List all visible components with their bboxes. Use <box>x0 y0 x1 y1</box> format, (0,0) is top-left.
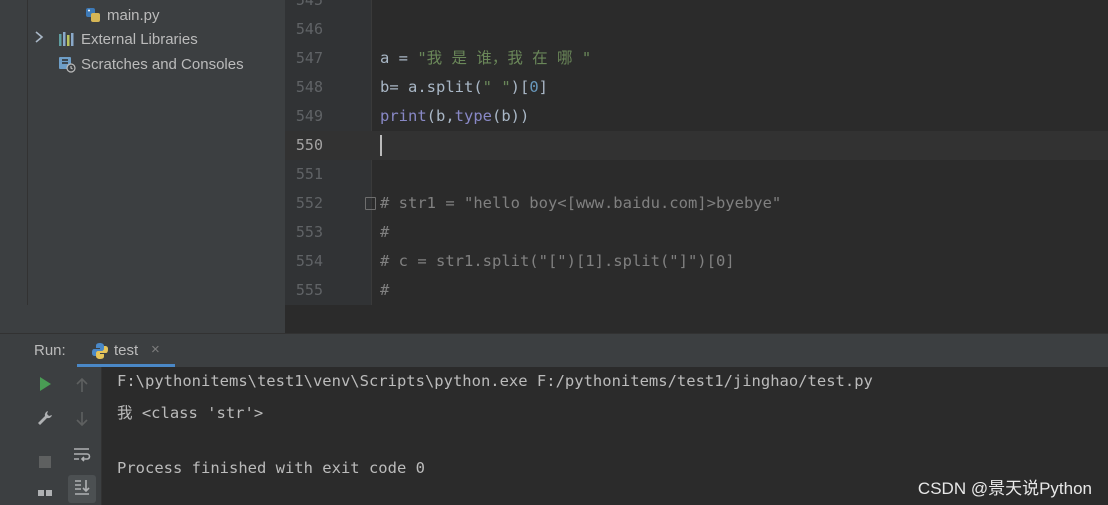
code-line-552[interactable]: # str1 = "hello boy<[www.baidu.com]>byeb… <box>380 189 781 218</box>
code-token: a = <box>380 49 418 67</box>
run-toolbar-secondary <box>63 367 102 505</box>
line-number: 546 <box>295 20 323 38</box>
soft-wrap-button[interactable] <box>68 442 96 470</box>
close-icon[interactable]: × <box>151 341 160 358</box>
modify-run-config-button[interactable] <box>31 406 59 434</box>
rerun-button[interactable] <box>31 372 59 400</box>
arrow-up-icon <box>75 377 89 398</box>
console-line: 我 <class 'str'> <box>117 404 264 422</box>
code-line-554[interactable]: # c = str1.split("[")[1].split("]")[0] <box>380 247 735 276</box>
code-token: b= a.split( <box>380 78 483 96</box>
run-tab-test[interactable]: test × <box>77 334 175 367</box>
layout-button[interactable] <box>31 488 59 505</box>
line-number: 545 <box>295 0 323 9</box>
up-stack-button[interactable] <box>68 373 96 401</box>
scroll-to-end-button[interactable] <box>68 475 96 503</box>
line-number-current: 550 <box>295 136 323 154</box>
run-tab-label: test <box>114 342 139 359</box>
line-number: 555 <box>295 281 323 299</box>
watermark: CSDN @景天说Python <box>917 479 1092 498</box>
line-number: 549 <box>295 107 323 125</box>
stop-button[interactable] <box>31 450 59 478</box>
tree-item-scratches[interactable]: Scratches and Consoles <box>58 52 244 76</box>
tree-item-label: External Libraries <box>81 30 198 48</box>
line-number: 551 <box>295 165 323 183</box>
current-line-highlight <box>285 131 1108 160</box>
console-line: F:\pythonitems\test1\venv\Scripts\python… <box>117 372 873 390</box>
tree-item-label: Scratches and Consoles <box>81 55 244 73</box>
run-panel-header: Run: test × <box>0 333 1108 368</box>
layout-icon <box>37 488 53 505</box>
play-icon <box>38 376 52 397</box>
fold-marker-icon[interactable] <box>365 197 376 210</box>
code-builtin: type <box>454 107 492 125</box>
project-tree-bottom <box>0 305 285 333</box>
tool-window-strip <box>0 0 28 332</box>
line-number: 554 <box>295 252 323 270</box>
python-file-icon <box>84 6 102 24</box>
code-token: ] <box>538 78 549 96</box>
tree-item-label: main.py <box>107 6 160 24</box>
code-token: (b)) <box>492 107 530 125</box>
wrench-icon <box>36 409 54 432</box>
scratches-icon <box>58 55 76 73</box>
run-label: Run: <box>34 342 66 359</box>
run-tool-window-strip <box>0 367 28 505</box>
code-string: " " <box>482 78 511 96</box>
stop-icon <box>38 455 52 474</box>
libraries-icon <box>58 30 76 48</box>
down-stack-button[interactable] <box>68 407 96 435</box>
code-line-547[interactable]: a = "我 是 谁，我 在 哪 " <box>380 44 591 73</box>
scroll-to-end-icon <box>73 478 91 501</box>
line-number: 547 <box>295 49 323 67</box>
arrow-down-icon <box>75 411 89 432</box>
code-token: )[ <box>510 78 530 96</box>
tree-item-main-py[interactable]: main.py <box>84 3 160 27</box>
run-toolbar-primary <box>27 367 63 505</box>
code-token: (b, <box>426 107 455 125</box>
code-builtin: print <box>380 107 427 125</box>
code-number: 0 <box>529 78 539 96</box>
line-number: 548 <box>295 78 323 96</box>
text-caret <box>380 135 382 156</box>
tree-item-external-libraries[interactable]: External Libraries <box>58 27 198 51</box>
editor-bottom <box>285 305 1108 333</box>
console-line: Process finished with exit code 0 <box>117 459 425 477</box>
code-string: "我 是 谁，我 在 哪 " <box>417 49 592 67</box>
code-line-553[interactable]: # <box>380 218 389 247</box>
line-number: 553 <box>295 223 323 241</box>
python-icon <box>91 342 109 365</box>
soft-wrap-icon <box>73 446 91 467</box>
line-number: 552 <box>295 194 323 212</box>
code-line-549[interactable]: print(b,type(b)) <box>380 102 529 131</box>
code-line-548[interactable]: b= a.split(" ")[0] <box>380 73 548 102</box>
code-line-555[interactable]: # <box>380 276 389 305</box>
chevron-right-icon[interactable] <box>34 30 44 46</box>
